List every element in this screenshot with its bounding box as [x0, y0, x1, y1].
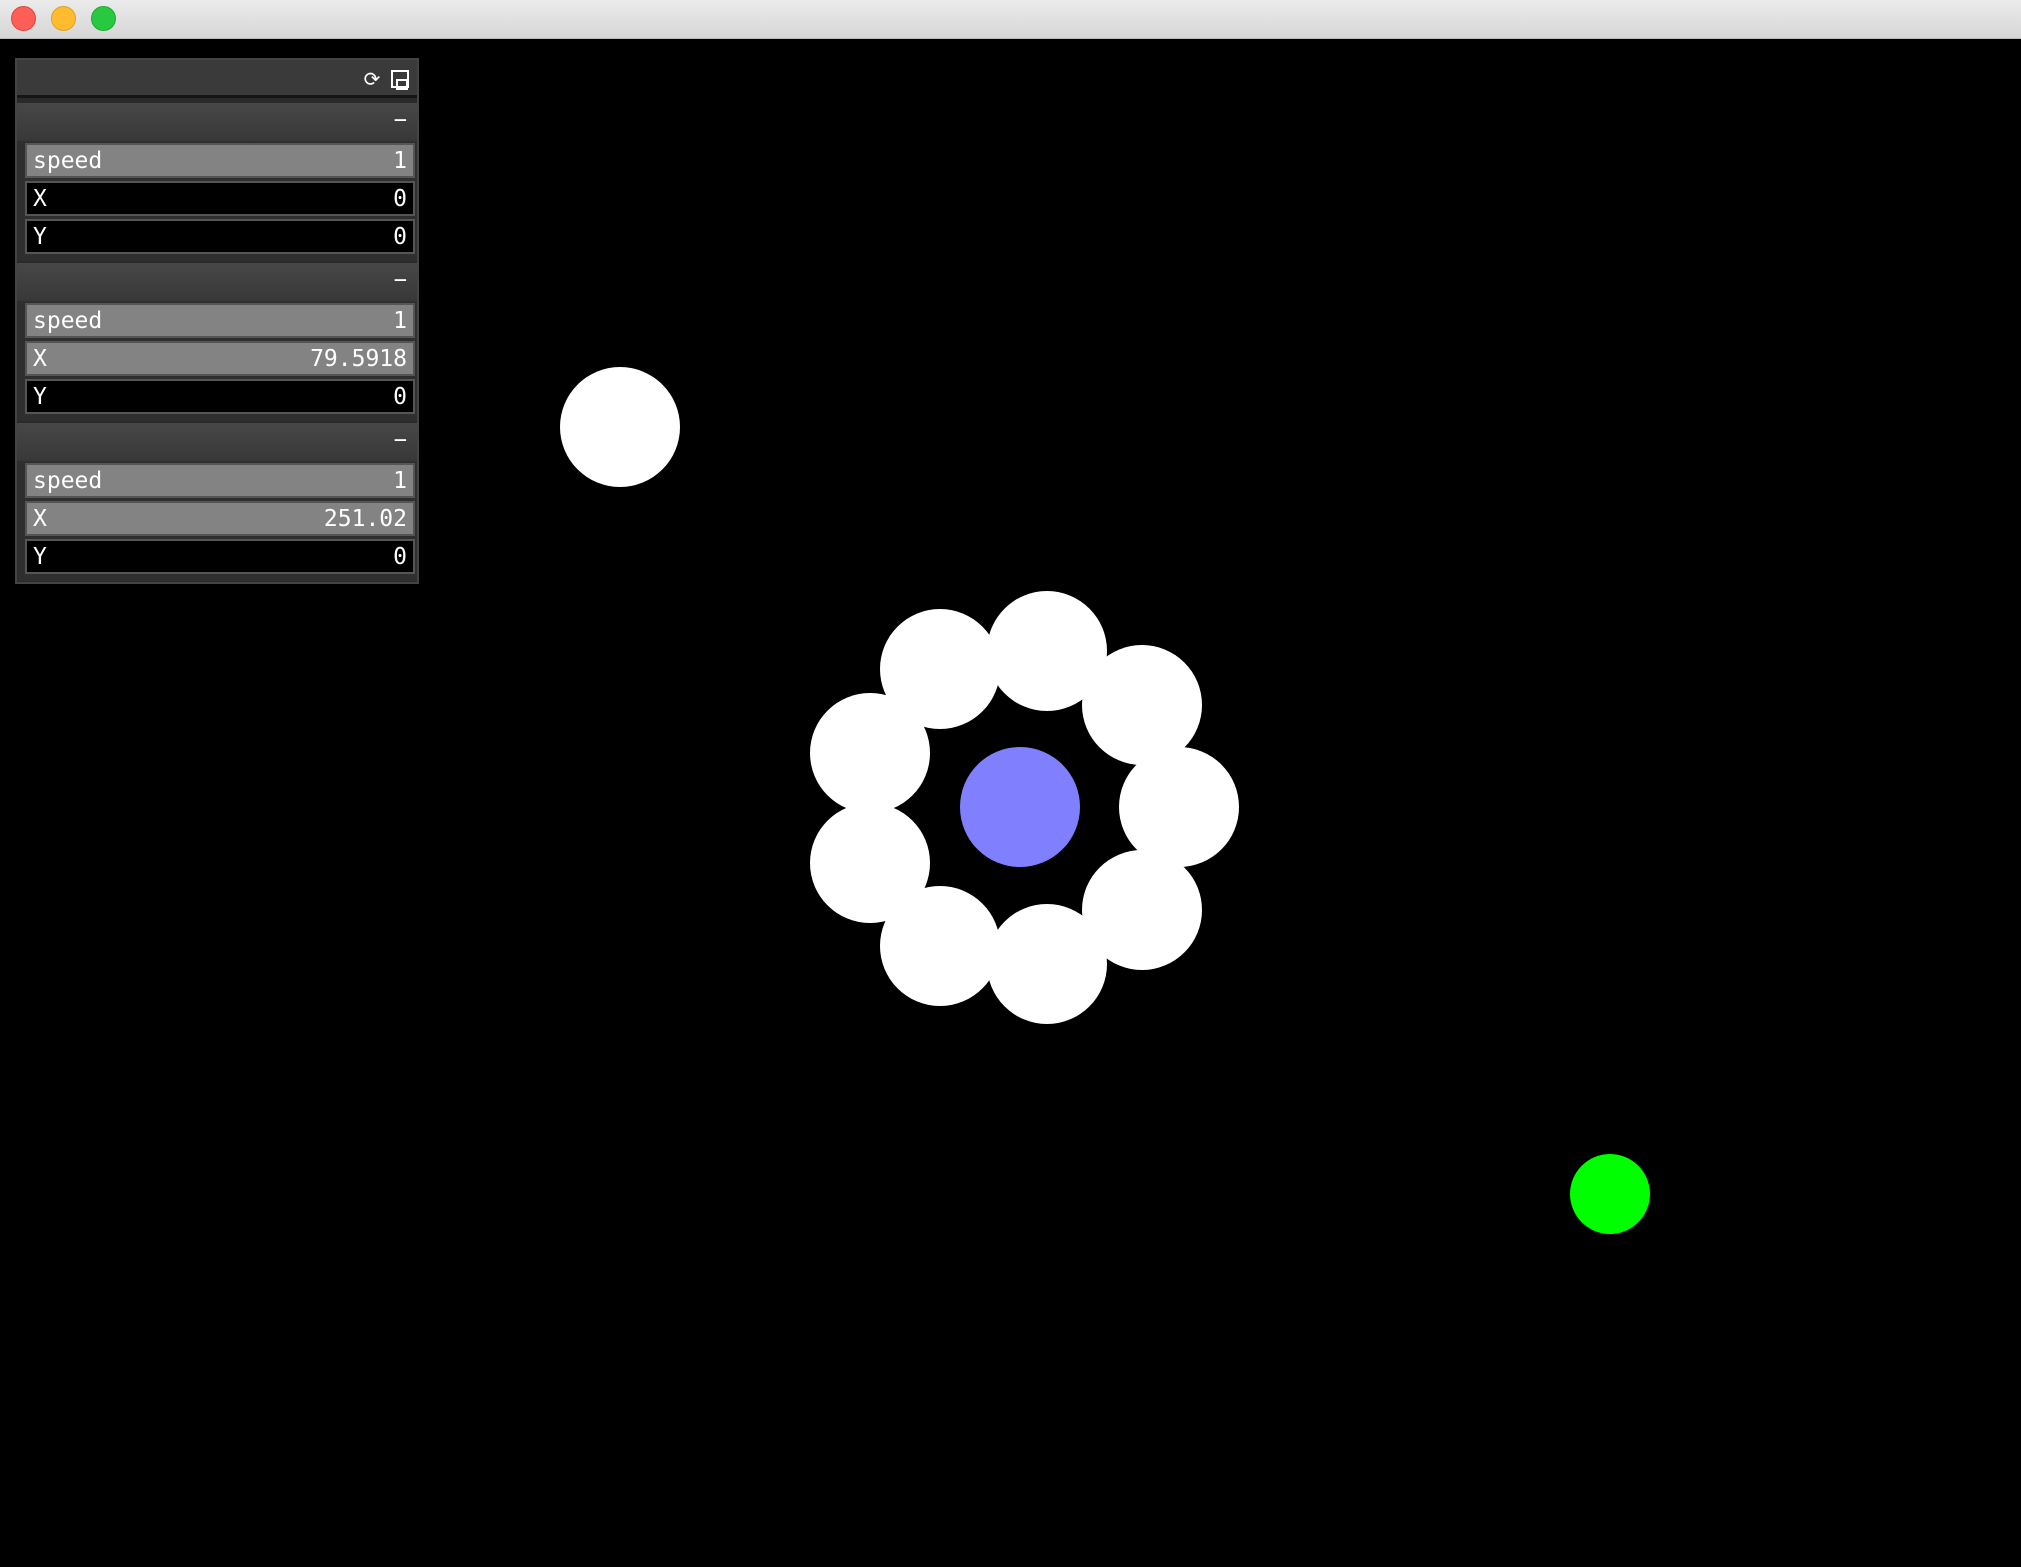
maximize-window-button[interactable] [91, 6, 116, 31]
param-value: 251.02 [323, 506, 407, 532]
param-value: 0 [393, 544, 407, 570]
param-value: 1 [393, 148, 407, 174]
param-group-1: − speed 1 X 0 Y 0 [17, 103, 417, 261]
reload-icon[interactable]: ⟳ [361, 68, 383, 90]
center-blue-ball [960, 747, 1080, 867]
ring-ball [880, 886, 1000, 1006]
param-value: 1 [393, 468, 407, 494]
y-slider[interactable]: Y 0 [25, 539, 415, 574]
x-slider[interactable]: X 251.02 [25, 501, 415, 536]
window-titlebar [0, 0, 2021, 39]
param-label: speed [33, 468, 103, 494]
group-header[interactable]: − [17, 423, 417, 461]
param-value: 1 [393, 308, 407, 334]
param-label: X [33, 506, 47, 532]
group-header[interactable]: − [17, 103, 417, 141]
ring-ball [1119, 747, 1239, 867]
ring-ball [987, 904, 1107, 1024]
parameter-panel: ⟳ − speed 1 X 0 Y 0 − speed 1 X 79.5918 … [15, 58, 419, 584]
param-label: Y [33, 384, 47, 410]
param-value: 79.5918 [310, 346, 407, 372]
speed-slider[interactable]: speed 1 [25, 463, 415, 498]
collapse-toggle[interactable]: − [394, 107, 407, 135]
param-value: 0 [393, 224, 407, 250]
param-label: Y [33, 224, 47, 250]
group-header[interactable]: − [17, 263, 417, 301]
param-label: X [33, 346, 47, 372]
y-slider[interactable]: Y 0 [25, 219, 415, 254]
minimize-window-button[interactable] [51, 6, 76, 31]
speed-slider[interactable]: speed 1 [25, 303, 415, 338]
param-value: 0 [393, 384, 407, 410]
x-slider[interactable]: X 79.5918 [25, 341, 415, 376]
param-label: speed [33, 308, 103, 334]
collapse-toggle[interactable]: − [394, 427, 407, 455]
x-slider[interactable]: X 0 [25, 181, 415, 216]
param-label: speed [33, 148, 103, 174]
speed-slider[interactable]: speed 1 [25, 143, 415, 178]
param-label: X [33, 186, 47, 212]
param-group-3: − speed 1 X 251.02 Y 0 [17, 423, 417, 581]
param-value: 0 [393, 186, 407, 212]
lone-white-ball [560, 367, 680, 487]
panel-header: ⟳ [17, 60, 417, 98]
param-group-2: − speed 1 X 79.5918 Y 0 [17, 263, 417, 421]
save-icon[interactable] [389, 68, 411, 90]
param-label: Y [33, 544, 47, 570]
ring-ball [810, 693, 930, 813]
collapse-toggle[interactable]: − [394, 267, 407, 295]
close-window-button[interactable] [11, 6, 36, 31]
y-slider[interactable]: Y 0 [25, 379, 415, 414]
green-marker-ball [1570, 1154, 1650, 1234]
